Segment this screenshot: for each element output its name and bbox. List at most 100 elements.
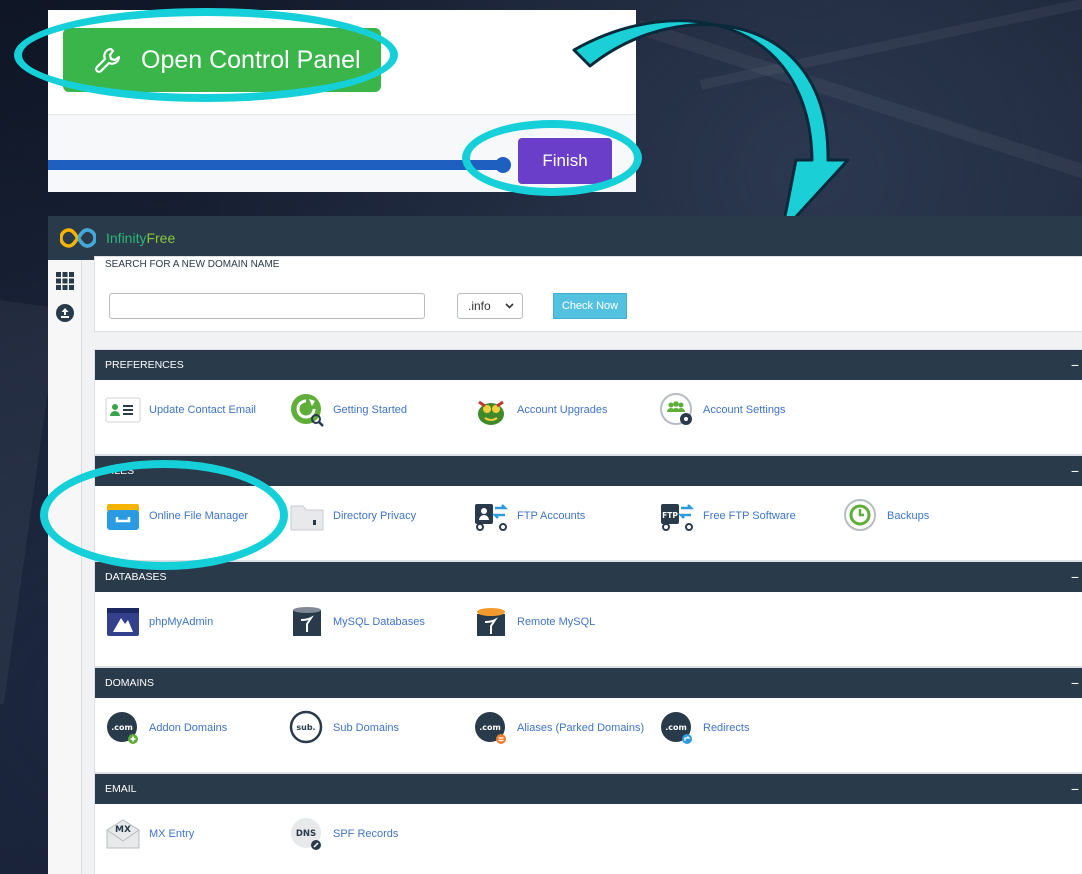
item-getting-started[interactable]: Getting Started xyxy=(289,392,407,428)
group-title: EMAIL xyxy=(105,783,137,795)
brand-logo: InfinityFree xyxy=(106,230,175,246)
badge-text: DNS xyxy=(296,829,316,839)
badge-text: sub. xyxy=(296,723,315,732)
item-addon-domains[interactable]: .com Addon Domains xyxy=(105,710,227,746)
group-header[interactable]: EMAIL − xyxy=(95,774,1082,804)
item-label: FTP Accounts xyxy=(517,510,586,522)
open-control-panel-label: Open Control Panel xyxy=(141,45,361,74)
remote-mysql-icon xyxy=(477,608,505,636)
domain-search-title: SEARCH FOR A NEW DOMAIN NAME xyxy=(105,259,280,270)
group-header[interactable]: FILES − xyxy=(95,456,1082,486)
item-label: Directory Privacy xyxy=(333,510,417,522)
brand-part2: Free xyxy=(146,230,176,246)
item-account-settings[interactable]: Account Settings xyxy=(659,392,786,428)
upload-icon[interactable] xyxy=(56,304,74,322)
item-label: phpMyAdmin xyxy=(149,616,214,628)
item-ftp-accounts[interactable]: FTP Accounts xyxy=(473,498,585,534)
item-label: Sub Domains xyxy=(333,722,400,734)
progress-bar xyxy=(48,157,511,173)
tld-selected-value: .info xyxy=(468,299,491,313)
subdomain-icon: sub. xyxy=(289,710,323,744)
group-title: FILES xyxy=(105,465,135,477)
item-label: Addon Domains xyxy=(149,722,228,734)
infinity-logo-icon xyxy=(60,228,96,248)
svg-text:FTP: FTP xyxy=(662,511,678,520)
item-redirects[interactable]: .com Redirects xyxy=(659,710,749,746)
cpanel-sidebar xyxy=(48,260,82,874)
item-label: MySQL Databases xyxy=(333,616,425,628)
item-label: Redirects xyxy=(703,722,750,734)
cpanel-main: SEARCH FOR A NEW DOMAIN NAME .info Check… xyxy=(94,256,1082,874)
badge-text: .com xyxy=(111,723,133,732)
dragon-icon xyxy=(478,400,504,425)
item-label: Aliases (Parked Domains) xyxy=(517,722,645,734)
item-label: Backups xyxy=(887,510,930,522)
wizard-card: Open Control Panel Finish xyxy=(48,10,636,192)
item-mx-entry[interactable]: MX MX Entry xyxy=(105,816,194,852)
item-label: Account Settings xyxy=(703,404,786,416)
group-databases: DATABASES − phpMyAdmin MySQL Databases R… xyxy=(94,561,1082,667)
item-aliases-parked-domains[interactable]: .com Aliases (Parked Domains) xyxy=(473,710,644,746)
mysql-database-icon xyxy=(293,607,321,636)
contact-card-icon xyxy=(105,397,141,423)
group-domains: DOMAINS − .com Addon Domains sub. Sub Do… xyxy=(94,667,1082,773)
item-mysql-databases[interactable]: MySQL Databases xyxy=(289,604,425,640)
domain-search-input[interactable] xyxy=(109,293,425,319)
item-label: Online File Manager xyxy=(149,510,249,522)
ftp-accounts-icon xyxy=(475,504,509,531)
collapse-icon[interactable]: − xyxy=(1071,675,1079,691)
check-now-button[interactable]: Check Now xyxy=(553,293,627,319)
item-update-contact-email[interactable]: Update Contact Email xyxy=(105,392,256,428)
open-control-panel-button[interactable]: Open Control Panel xyxy=(63,28,381,92)
item-label: Update Contact Email xyxy=(149,404,256,416)
mx-entry-icon: MX xyxy=(106,819,140,849)
phpmyadmin-icon xyxy=(107,608,139,636)
tld-select[interactable]: .info xyxy=(457,293,523,319)
collapse-icon[interactable]: − xyxy=(1071,357,1079,373)
account-settings-icon xyxy=(660,393,692,425)
redirect-domain-icon: .com xyxy=(661,712,692,744)
group-header[interactable]: DATABASES − xyxy=(95,562,1082,592)
check-now-label: Check Now xyxy=(561,300,619,312)
brand-part1: Infinity xyxy=(106,230,147,246)
item-account-upgrades[interactable]: Account Upgrades xyxy=(473,392,608,428)
item-spf-records[interactable]: DNS SPF Records xyxy=(289,816,398,852)
backup-icon xyxy=(844,499,876,531)
addon-domain-icon: .com xyxy=(107,712,138,744)
group-title: DOMAINS xyxy=(105,677,155,689)
group-title: PREFERENCES xyxy=(105,359,184,371)
getting-started-icon xyxy=(291,394,324,427)
item-free-ftp-software[interactable]: FTP Free FTP Software xyxy=(659,498,796,534)
item-label: Account Upgrades xyxy=(517,404,608,416)
item-backups[interactable]: Backups xyxy=(843,498,929,534)
item-remote-mysql[interactable]: Remote MySQL xyxy=(473,604,595,640)
folder-lock-icon xyxy=(290,505,324,531)
ftp-software-icon: FTP xyxy=(661,504,695,531)
domain-search-panel: SEARCH FOR A NEW DOMAIN NAME .info Check… xyxy=(94,256,1082,332)
group-header[interactable]: DOMAINS − xyxy=(95,668,1082,698)
group-preferences: PREFERENCES − Update Contact Email Getti… xyxy=(94,349,1082,455)
cpanel-header: InfinityFree xyxy=(48,216,1082,260)
collapse-icon[interactable]: − xyxy=(1071,569,1079,585)
badge-text: .com xyxy=(665,723,687,732)
item-phpmyadmin[interactable]: phpMyAdmin xyxy=(105,604,213,640)
group-header[interactable]: PREFERENCES − xyxy=(95,350,1082,380)
badge-text: MX xyxy=(115,825,131,835)
item-label: Free FTP Software xyxy=(703,510,796,522)
item-label: Remote MySQL xyxy=(517,616,596,628)
wrench-icon xyxy=(95,47,121,73)
grid-icon[interactable] xyxy=(56,272,74,290)
item-label: SPF Records xyxy=(333,828,399,840)
alias-domain-icon: .com xyxy=(475,712,506,744)
item-label: Getting Started xyxy=(333,404,407,416)
file-manager-icon xyxy=(107,504,139,530)
item-sub-domains[interactable]: sub. Sub Domains xyxy=(289,710,399,746)
collapse-icon[interactable]: − xyxy=(1071,463,1079,479)
collapse-icon[interactable]: − xyxy=(1071,781,1079,797)
chevron-down-icon xyxy=(505,303,514,309)
group-title: DATABASES xyxy=(105,571,167,583)
item-directory-privacy[interactable]: Directory Privacy xyxy=(289,498,416,534)
group-files: FILES − Online File Manager Directory Pr… xyxy=(94,455,1082,561)
spf-records-icon: DNS xyxy=(291,818,321,850)
item-online-file-manager[interactable]: Online File Manager xyxy=(105,498,248,534)
